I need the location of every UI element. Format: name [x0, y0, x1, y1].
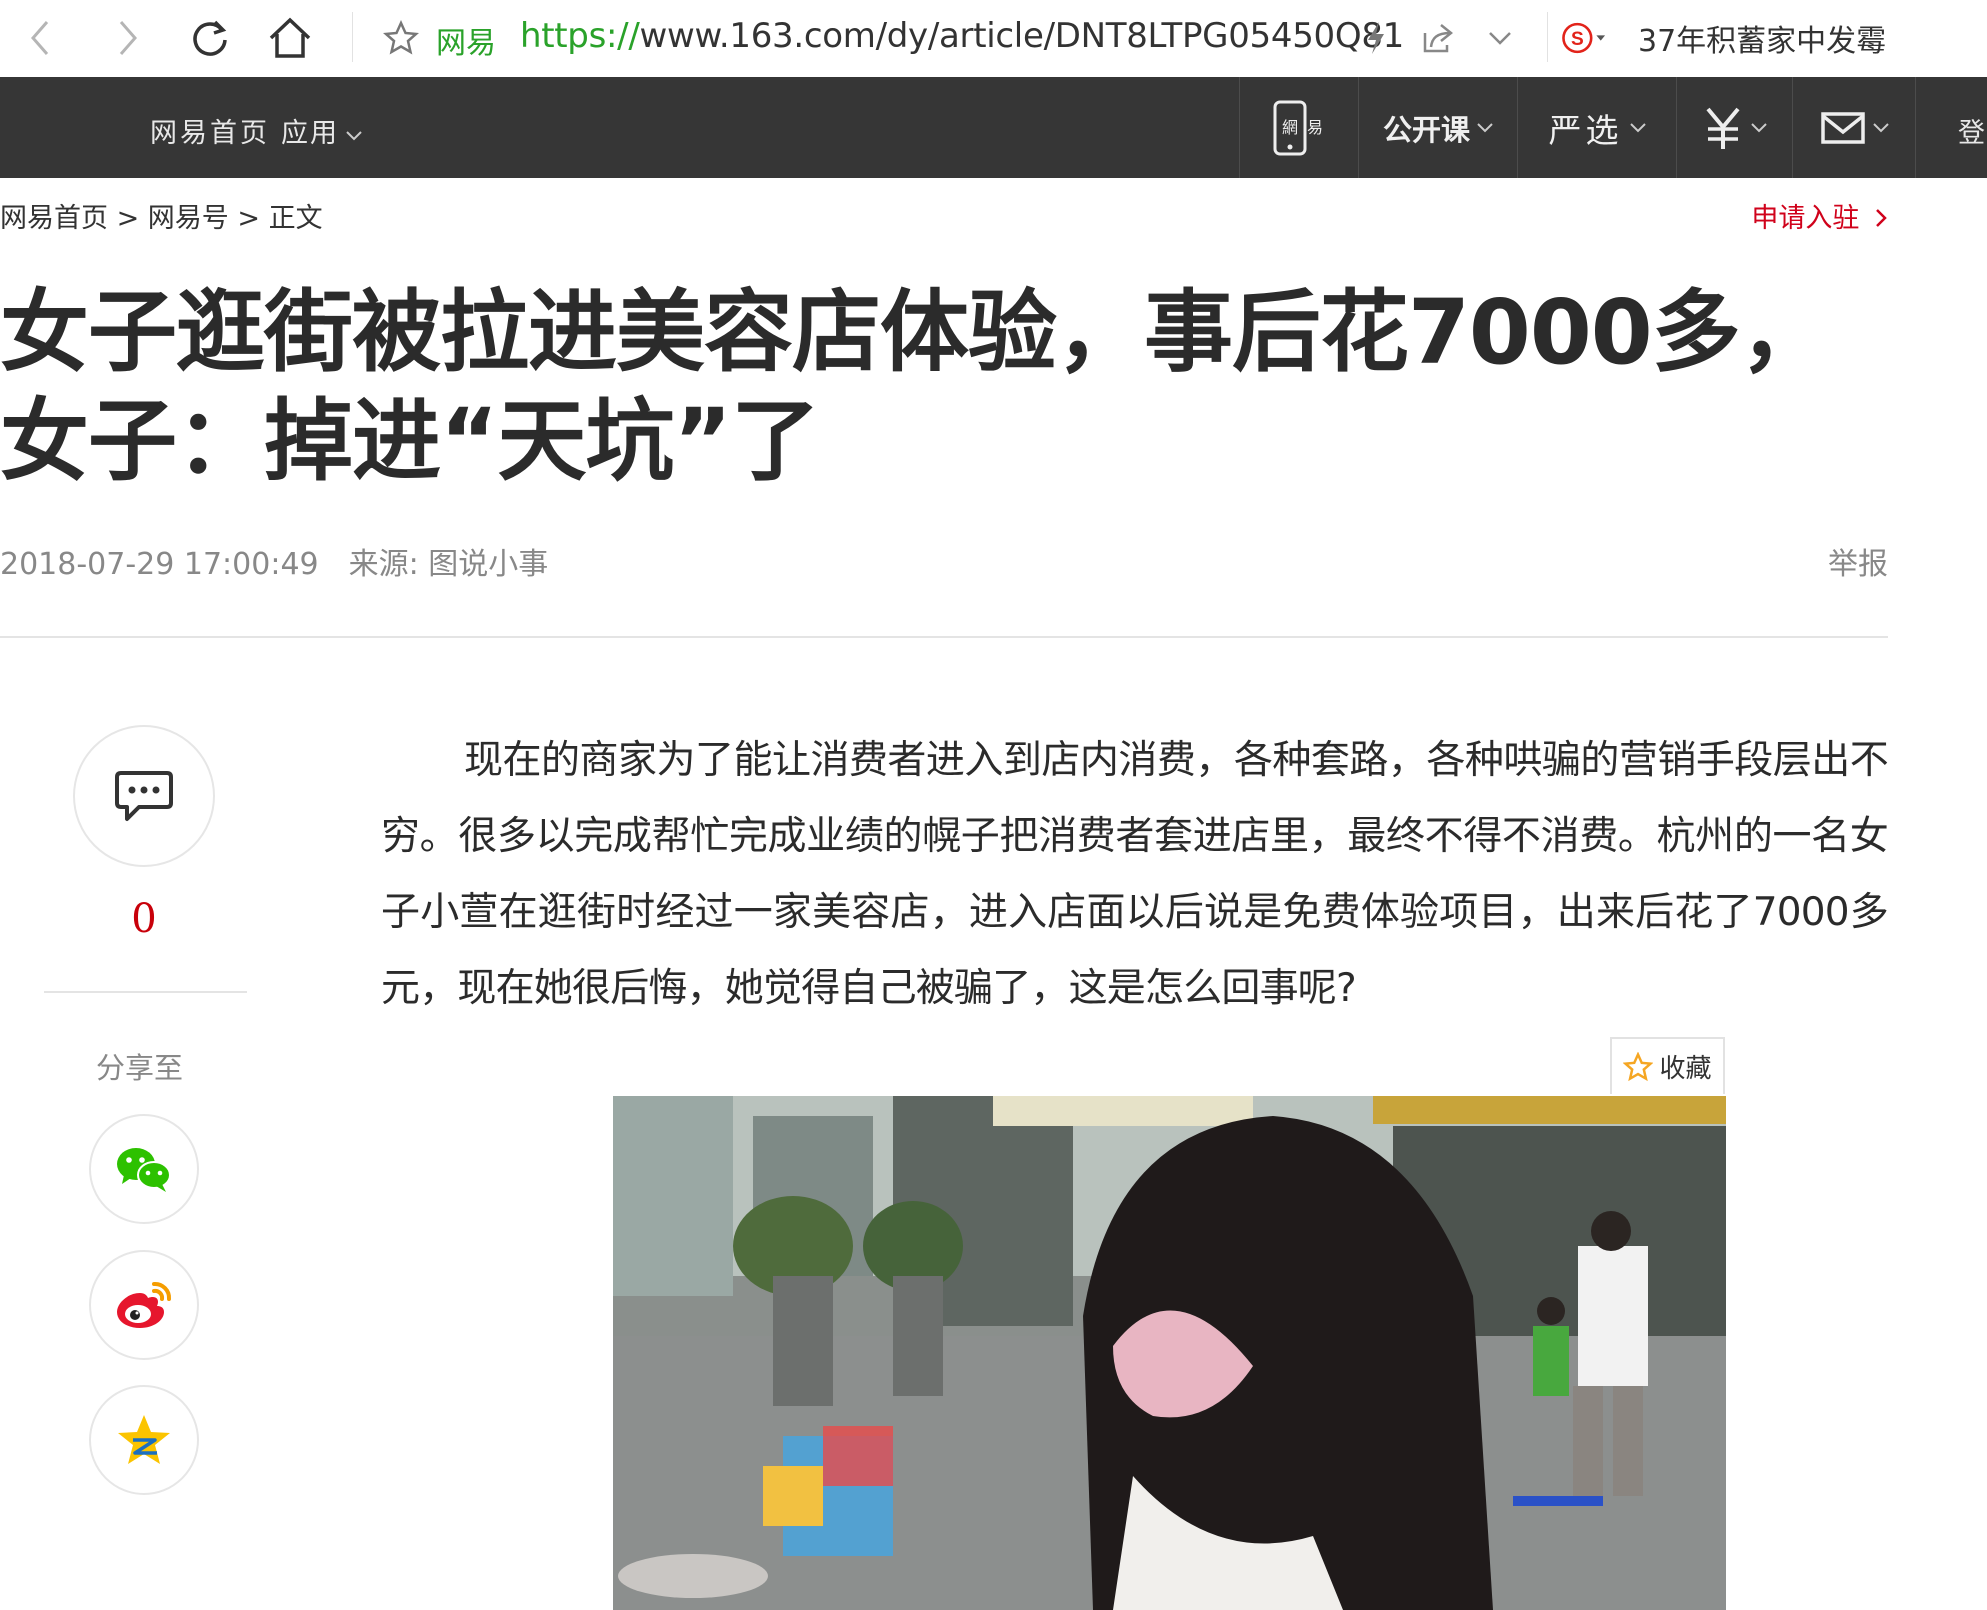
breadcrumb-home[interactable]: 网易首页 [0, 203, 108, 234]
toolbar-separator [1547, 12, 1548, 62]
site-identity-label: 网易 [436, 26, 496, 61]
nav-payment[interactable] [1676, 77, 1793, 178]
breadcrumb: 网易首页 > 网易号 > 正文 [0, 196, 323, 235]
breadcrumb-current: 正文 [268, 203, 323, 234]
mail-icon [1820, 111, 1865, 144]
article-datetime: 2018-07-29 17:00:49 [0, 547, 319, 582]
share-wechat-button[interactable] [89, 1114, 199, 1224]
share-label: 分享至 [96, 1051, 184, 1085]
nav-app-label: 应用 [281, 118, 339, 149]
nav-open-course-label: 公开课 [1382, 112, 1470, 147]
nav-open-course[interactable]: 公开课 [1358, 77, 1518, 178]
chevron-down-icon [346, 131, 362, 141]
breadcrumb-separator: > [108, 203, 148, 234]
nav-login-link[interactable]: 登 [1958, 111, 1985, 150]
street-scene-image [613, 1096, 1726, 1610]
article-photo [613, 1096, 1726, 1610]
article-paragraph: 现在的商家为了能让消费者进入到店内消费，各种套路，各种哄骗的营销手段层出不穷。很… [381, 738, 1889, 1011]
svg-text:網: 網 [1281, 118, 1297, 137]
nav-mail[interactable] [1792, 77, 1916, 178]
browser-toolbar: 网易 https://www.163.com/dy/article/DNT8LT… [0, 0, 1987, 77]
refresh-icon[interactable] [184, 12, 236, 64]
nav-app-menu[interactable]: 应用 [281, 111, 363, 150]
address-bar[interactable]: https://www.163.com/dy/article/DNT8LTPG0… [520, 16, 1404, 56]
chevron-down-icon [1751, 122, 1767, 132]
chevron-down-icon[interactable] [1474, 12, 1526, 64]
comment-button[interactable] [73, 725, 215, 867]
mobile-phone-icon: 網易 [1273, 100, 1323, 155]
apply-join-label: 申请入驻 [1751, 203, 1860, 234]
comment-count[interactable]: 0 [118, 896, 170, 942]
article-meta: 2018-07-29 17:00:49 来源: 图说小事 [0, 539, 548, 583]
toolbar-separator [352, 12, 353, 62]
svg-text:易: 易 [1306, 118, 1322, 137]
yuan-icon [1706, 107, 1740, 149]
header-divider [0, 636, 1888, 638]
comment-icon [115, 771, 173, 821]
svg-text:S: S [1571, 29, 1584, 50]
lightning-icon[interactable] [1350, 12, 1402, 64]
search-engine-icon[interactable]: S [1560, 12, 1612, 64]
share-page-icon[interactable] [1412, 12, 1464, 64]
search-box[interactable]: 37年积蓄家中发霉 [1638, 16, 1886, 60]
chevron-down-icon [1477, 122, 1493, 132]
chevron-right-icon [1876, 209, 1887, 227]
star-icon[interactable] [375, 12, 427, 64]
site-nav-bar: 网易首页 应用 網易 公开课 严选 登 [0, 77, 1987, 178]
url-scheme: https:// [520, 16, 640, 56]
home-icon[interactable] [264, 12, 316, 64]
nav-mobile-app[interactable]: 網易 [1239, 77, 1359, 178]
qzone-icon [118, 1415, 170, 1464]
back-icon[interactable] [14, 12, 66, 64]
share-weibo-button[interactable] [89, 1250, 199, 1360]
chevron-down-icon [1872, 122, 1889, 132]
collect-button[interactable]: 收藏 [1610, 1037, 1725, 1094]
breadcrumb-section[interactable]: 网易号 [148, 203, 229, 234]
collect-label: 收藏 [1659, 1054, 1712, 1084]
forward-icon[interactable] [102, 12, 154, 64]
nav-yanxuan[interactable]: 严选 [1517, 77, 1677, 178]
chevron-down-icon [1629, 122, 1646, 132]
breadcrumb-separator: > [228, 203, 269, 234]
url-path: www.163.com/dy/article/DNT8LTPG05450Q81 [639, 16, 1405, 56]
rail-divider [44, 991, 247, 993]
star-outline-icon [1623, 1051, 1654, 1081]
apply-join-link[interactable]: 申请入驻 [1751, 196, 1888, 235]
share-qzone-button[interactable] [89, 1385, 199, 1495]
wechat-icon [117, 1148, 171, 1192]
nav-yanxuan-label: 严选 [1548, 110, 1623, 150]
nav-home-link[interactable]: 网易首页 [150, 111, 270, 150]
report-link[interactable]: 举报 [1828, 539, 1888, 583]
weibo-icon [117, 1281, 172, 1328]
article-source[interactable]: 来源: 图说小事 [349, 547, 549, 582]
article-title: 女子逛街被拉进美容店体验，事后花7000多，女子：掉进“天坑”了 [0, 280, 1829, 493]
